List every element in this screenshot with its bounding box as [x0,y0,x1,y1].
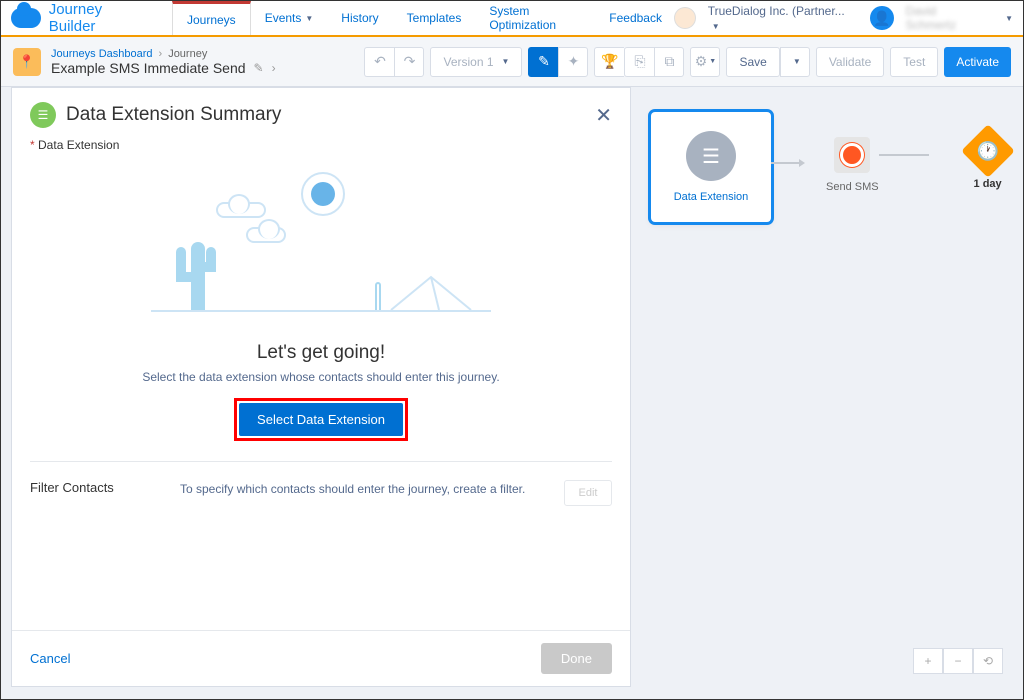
caret-down-icon: ▼ [502,57,510,66]
list-icon: ☰ [686,131,736,181]
select-data-extension-button[interactable]: Select Data Extension [239,403,403,436]
version-dropdown[interactable]: Version 1▼ [430,47,522,77]
connector-line [879,154,929,156]
edit-mode-button[interactable]: ✎ [528,47,558,77]
caret-down-icon: ▼ [305,14,313,23]
panel-title: Data Extension Summary [66,104,585,126]
user-name[interactable]: David Schmertz [906,4,990,32]
top-bar: Journey Builder Journeys Events▼ History… [1,1,1023,37]
feedback-link[interactable]: Feedback [609,11,662,25]
entry-source-node[interactable]: ☰ Data Extension [651,112,771,222]
wait-node[interactable]: 🕐 1 day [969,132,1007,190]
zoom-out-button[interactable]: − [943,648,973,674]
canvas-nodes: ☰ Data Extension Send SMS 🕐 1 day [651,112,1013,262]
salesforce-cloud-icon [11,8,41,28]
caret-down-icon: ▼ [1005,14,1013,23]
view-mode-button[interactable]: ✦ [558,47,588,77]
data-extension-panel: ☰ Data Extension Summary ✕ * Data Extens… [11,87,631,687]
section-label: * Data Extension [12,138,630,152]
node-label: Data Extension [674,191,749,203]
tab-system-optimization[interactable]: System Optimization [475,1,609,35]
filter-description: To specify which contacts should enter t… [180,480,534,506]
feedback-avatar-icon [674,7,696,29]
close-icon[interactable]: ✕ [595,103,612,128]
cta-subtext: Select the data extension whose contacts… [12,370,630,384]
tab-templates[interactable]: Templates [393,1,476,35]
nav-tabs: Journeys Events▼ History Templates Syste… [172,1,609,35]
chevron-right-icon[interactable]: › [272,61,276,75]
activate-button[interactable]: Activate [944,47,1011,77]
filter-contacts-section: Filter Contacts To specify which contact… [12,462,630,524]
zoom-in-button[interactable]: + [913,648,943,674]
panel-footer: Cancel Done [12,630,630,686]
goal-button[interactable]: 🏆 [594,47,624,77]
zoom-reset-button[interactable]: ⟲ [973,648,1003,674]
top-right: Feedback TrueDialog Inc. (Partner... ▼ 👤… [609,4,1013,32]
tab-journeys[interactable]: Journeys [172,1,251,35]
exit-button[interactable]: ⎘ [624,47,654,77]
highlight-box: Select Data Extension [234,398,408,441]
breadcrumb-current: Journey [168,48,207,60]
tab-history[interactable]: History [327,1,392,35]
cancel-button[interactable]: Cancel [30,651,70,666]
redo-button[interactable]: ↷ [394,47,424,77]
node-label: 1 day [974,178,1002,190]
journey-canvas[interactable]: ☰ Data Extension Send SMS 🕐 1 day + − ⟲ … [1,87,1023,699]
empty-state-illustration [151,172,491,322]
cta-heading: Let's get going! [12,342,630,364]
undo-button[interactable]: ↶ [364,47,394,77]
caret-down-icon: ▼ [709,58,716,65]
breadcrumb-root[interactable]: Journeys Dashboard [51,48,153,60]
list-circle-icon: ☰ [30,102,56,128]
save-dropdown-button[interactable]: ▼ [780,47,810,77]
location-pin-icon: 📍 [13,48,41,76]
filter-label: Filter Contacts [30,480,150,506]
journey-name-row: Example SMS Immediate Send ✎ › [51,60,276,76]
tab-events[interactable]: Events▼ [251,1,328,35]
zoom-controls: + − ⟲ [913,648,1003,674]
node-label: Send SMS [826,181,879,193]
journey-name: Example SMS Immediate Send [51,60,246,76]
test-button[interactable]: Test [890,47,938,77]
connector-arrow [771,162,801,164]
org-selector[interactable]: TrueDialog Inc. (Partner... ▼ [708,4,858,32]
journey-toolbar: 📍 Journeys Dashboard › Journey Example S… [1,37,1023,87]
horizontal-scrollbar[interactable] [1,685,1023,699]
done-button[interactable]: Done [541,643,612,674]
settings-gear-button[interactable]: ⚙▼ [690,47,720,77]
app-title: Journey Builder [49,1,152,35]
sms-icon [840,143,864,167]
caret-down-icon: ▼ [712,22,720,31]
user-avatar-icon[interactable]: 👤 [870,6,894,30]
breadcrumb: Journeys Dashboard › Journey [51,48,276,60]
validate-button[interactable]: Validate [816,47,884,77]
save-button[interactable]: Save [726,47,779,77]
copy-button[interactable]: ⧉ [654,47,684,77]
send-sms-node[interactable]: Send SMS [826,137,879,193]
edit-pencil-icon[interactable]: ✎ [254,61,264,75]
caret-down-icon: ▼ [793,57,801,66]
filter-edit-button[interactable]: Edit [564,480,612,506]
clock-icon: 🕐 [976,140,998,161]
